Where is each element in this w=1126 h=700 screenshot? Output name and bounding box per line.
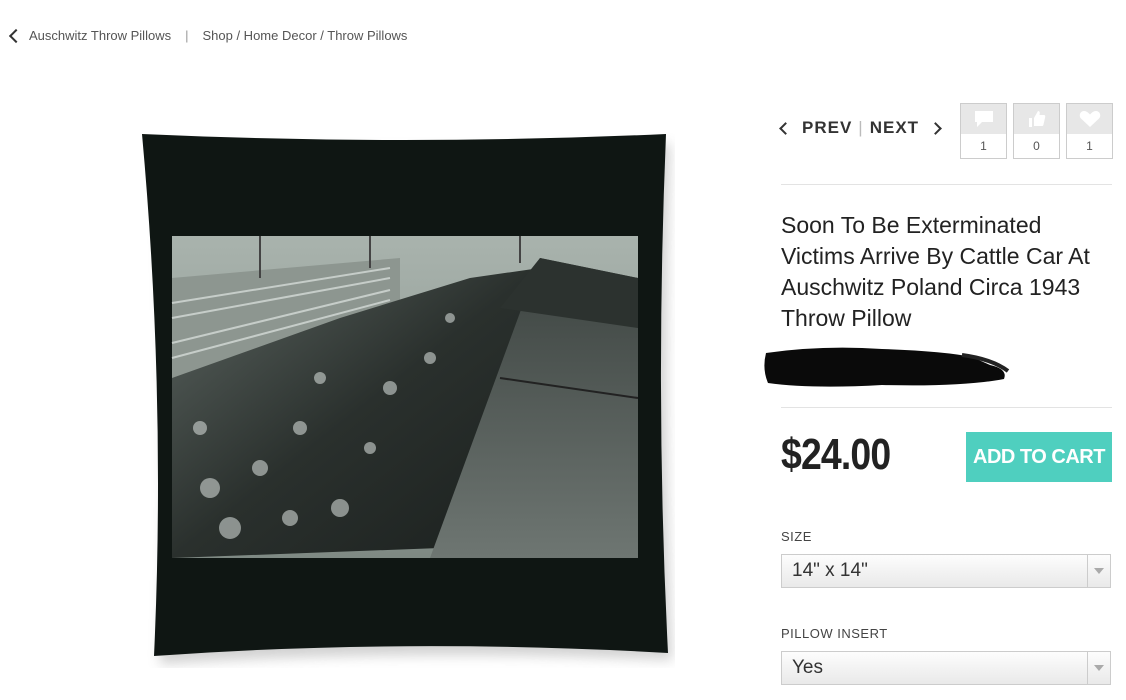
product-image bbox=[140, 128, 675, 668]
comment-counter[interactable]: 1 bbox=[960, 103, 1007, 159]
breadcrumb-separator: | bbox=[185, 28, 189, 43]
add-to-cart-button[interactable]: ADD TO CART bbox=[966, 432, 1112, 482]
heart-icon bbox=[1067, 104, 1112, 134]
thumbs-up-icon bbox=[1014, 104, 1059, 134]
back-link[interactable]: Auschwitz Throw Pillows bbox=[29, 28, 171, 43]
product-pager: PREV | NEXT bbox=[779, 118, 942, 138]
chevron-right-icon[interactable] bbox=[929, 121, 942, 135]
pillow-insert-select[interactable]: Yes bbox=[781, 651, 1111, 685]
prev-button[interactable]: PREV bbox=[802, 118, 852, 138]
chevron-left-icon[interactable] bbox=[779, 121, 792, 135]
size-select[interactable]: 14" x 14" bbox=[781, 554, 1111, 588]
size-label: SIZE bbox=[781, 529, 812, 544]
like-count: 0 bbox=[1033, 139, 1040, 153]
divider bbox=[781, 184, 1112, 185]
chevron-down-icon bbox=[1087, 555, 1110, 587]
breadcrumb-path[interactable]: Shop / Home Decor / Throw Pillows bbox=[202, 28, 407, 43]
next-button[interactable]: NEXT bbox=[870, 118, 919, 138]
chevron-down-icon bbox=[1087, 652, 1110, 684]
pillow-insert-value: Yes bbox=[792, 657, 823, 678]
pager-divider: | bbox=[858, 118, 864, 137]
favorite-count: 1 bbox=[1086, 139, 1093, 153]
product-price: $24.00 bbox=[781, 430, 891, 479]
pillow-insert-label: PILLOW INSERT bbox=[781, 626, 888, 641]
redaction-mark bbox=[764, 347, 1010, 387]
chevron-left-icon[interactable] bbox=[8, 28, 24, 43]
like-counter[interactable]: 0 bbox=[1013, 103, 1060, 159]
comment-icon bbox=[961, 104, 1006, 134]
size-value: 14" x 14" bbox=[792, 560, 868, 581]
favorite-counter[interactable]: 1 bbox=[1066, 103, 1113, 159]
social-counters: 1 0 1 bbox=[960, 103, 1113, 159]
divider bbox=[781, 407, 1112, 408]
pillow-illustration bbox=[142, 134, 672, 664]
breadcrumb: Auschwitz Throw Pillows | Shop / Home De… bbox=[8, 28, 407, 43]
photo-print bbox=[171, 236, 639, 558]
comment-count: 1 bbox=[980, 139, 987, 153]
product-title: Soon To Be Exterminated Victims Arrive B… bbox=[781, 212, 1090, 331]
